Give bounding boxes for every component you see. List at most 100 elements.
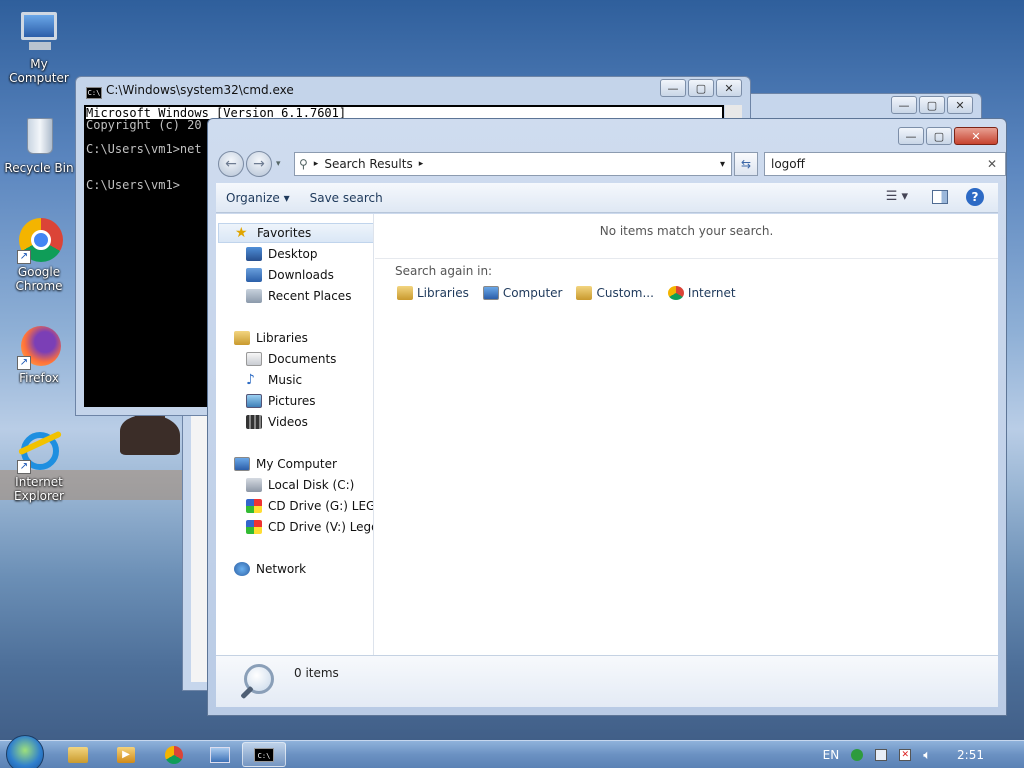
libraries-icon	[234, 331, 250, 345]
nav-favorites[interactable]: ★ Favorites	[218, 223, 373, 243]
search-input[interactable]: logoff	[771, 157, 805, 171]
nav-local-disk-c[interactable]: Local Disk (C:)	[246, 475, 354, 495]
desktop-icon-chrome[interactable]: ↗ Google Chrome	[1, 218, 77, 293]
nav-cd-drive-g[interactable]: CD Drive (G:) LEGO_I	[246, 496, 373, 516]
clear-search-icon[interactable]: ✕	[987, 157, 997, 171]
search-again-internet[interactable]: Internet	[667, 286, 736, 300]
address-dropdown-icon[interactable]: ▾	[720, 159, 725, 170]
rock-decoration	[120, 415, 180, 455]
results-pane: No items match your search. Search again…	[375, 214, 998, 655]
start-button[interactable]	[6, 735, 44, 768]
shortcut-arrow-icon: ↗	[17, 460, 31, 474]
taskbar-media-player[interactable]: ▶	[104, 742, 148, 767]
chrome-icon	[165, 745, 183, 764]
nav-recent-places[interactable]: Recent Places	[246, 286, 351, 306]
recent-pages-chevron-icon[interactable]: ▾	[276, 159, 281, 169]
desktop-icon-firefox[interactable]: ↗ Firefox	[1, 324, 77, 385]
taskbar-remote-desktop[interactable]	[198, 742, 242, 767]
command-bar: Organize ▾ Save search ☰ ▾ ?	[216, 183, 998, 213]
hard-disk-icon	[246, 478, 262, 492]
help-icon[interactable]: ?	[966, 188, 984, 206]
taskbar-chrome[interactable]	[152, 742, 196, 767]
recent-places-icon	[246, 289, 262, 303]
refresh-button[interactable]: ⇆	[734, 152, 758, 176]
divider	[375, 258, 998, 259]
computer-icon	[17, 10, 61, 54]
libraries-icon	[397, 286, 413, 300]
cmd-titlebar[interactable]: C:\ C:\Windows\system32\cmd.exe — ▢ ✕	[76, 77, 750, 105]
minimize-button[interactable]: —	[660, 79, 686, 97]
network-icon	[234, 562, 250, 576]
pictures-icon	[246, 394, 262, 408]
search-again-computer[interactable]: Computer	[482, 286, 562, 300]
cmd-title: C:\Windows\system32\cmd.exe	[106, 83, 294, 97]
cd-drive-icon	[246, 499, 262, 513]
ie-icon: ↗	[17, 428, 63, 474]
taskbar-cmd[interactable]: C:\	[242, 742, 286, 767]
firefox-icon: ↗	[17, 324, 61, 370]
explorer-body: ★ Favorites Desktop Downloads Recent Pla…	[216, 214, 998, 655]
nav-my-computer[interactable]: My Computer	[234, 454, 337, 474]
preview-pane-icon[interactable]	[932, 190, 948, 204]
close-button[interactable]: ✕	[716, 79, 742, 97]
network-status-icon[interactable]	[851, 749, 864, 761]
computer-icon	[234, 457, 250, 471]
chrome-icon: ↗	[17, 218, 63, 264]
taskbar: ▶ C:\ EN ✕ 🔈︎ 2:51	[0, 735, 1024, 768]
media-player-icon: ▶	[117, 746, 135, 763]
forward-button[interactable]: →	[246, 151, 272, 177]
desktop-icon-recycle-bin[interactable]: Recycle Bin	[1, 114, 77, 175]
breadcrumb-search-results[interactable]: Search Results	[324, 157, 412, 171]
navigation-row: ← → ▾ ⚲ ▸ Search Results ▸ ▾ ⇆ logoff ✕	[216, 149, 1006, 179]
desktop-icon	[246, 247, 262, 261]
maximize-button[interactable]: ▢	[926, 127, 952, 145]
star-icon: ★	[235, 225, 248, 241]
nav-pictures[interactable]: Pictures	[246, 391, 316, 411]
desktop-icon-internet-explorer[interactable]: ↗ Internet Explorer	[1, 428, 77, 503]
computer-icon	[482, 286, 499, 300]
close-button[interactable]: ✕	[954, 127, 998, 145]
nav-libraries[interactable]: Libraries	[234, 328, 308, 348]
item-count: 0 items	[294, 666, 339, 680]
breadcrumb-arrow-icon[interactable]: ▸	[419, 159, 424, 169]
back-button[interactable]: ←	[218, 151, 244, 177]
action-center-icon[interactable]	[875, 749, 888, 761]
taskbar-explorer[interactable]	[56, 742, 100, 767]
desktop-icon-my-computer[interactable]: My Computer	[1, 10, 77, 85]
navigation-pane: ★ Favorites Desktop Downloads Recent Pla…	[216, 214, 374, 655]
search-again-libraries[interactable]: Libraries	[397, 286, 469, 300]
save-search-button[interactable]: Save search	[300, 191, 393, 205]
close-button[interactable]: ✕	[947, 96, 973, 114]
maximize-button[interactable]: ▢	[688, 79, 714, 97]
cmd-icon: C:\	[86, 87, 102, 99]
search-box[interactable]: logoff ✕	[764, 152, 1006, 176]
minimize-button[interactable]: —	[891, 96, 917, 114]
search-again-links: Libraries Computer Custom... Internet	[397, 286, 736, 300]
nav-desktop[interactable]: Desktop	[246, 244, 318, 264]
minimize-button[interactable]: —	[898, 127, 924, 145]
maximize-button[interactable]: ▢	[919, 96, 945, 114]
explorer-window[interactable]: — ▢ ✕ ← → ▾ ⚲ ▸ Search Results ▸ ▾ ⇆ log…	[207, 118, 1007, 716]
nav-music[interactable]: ♪ Music	[246, 370, 302, 390]
nav-cd-drive-v[interactable]: CD Drive (V:) Lego_is	[246, 517, 373, 537]
breadcrumb-arrow-icon[interactable]: ▸	[314, 159, 319, 169]
search-again-label: Search again in:	[395, 264, 493, 278]
organize-button[interactable]: Organize ▾	[216, 191, 300, 205]
power-icon[interactable]: ✕	[899, 749, 912, 761]
volume-icon[interactable]: 🔈︎	[923, 748, 931, 763]
cd-drive-icon	[246, 520, 262, 534]
view-options-icon[interactable]: ☰ ▾	[886, 189, 908, 204]
address-bar[interactable]: ⚲ ▸ Search Results ▸ ▾	[294, 152, 732, 176]
clock[interactable]: 2:51	[957, 748, 984, 762]
nav-documents[interactable]: Documents	[246, 349, 336, 369]
explorer-titlebar[interactable]: — ▢ ✕	[208, 119, 1006, 147]
nav-videos[interactable]: Videos	[246, 412, 308, 432]
remote-desktop-icon	[210, 746, 230, 763]
search-again-custom[interactable]: Custom...	[576, 286, 654, 300]
nav-network[interactable]: Network	[234, 559, 306, 579]
language-indicator[interactable]: EN	[823, 748, 840, 762]
shortcut-arrow-icon: ↗	[17, 250, 31, 264]
nav-downloads[interactable]: Downloads	[246, 265, 334, 285]
no-items-message: No items match your search.	[599, 224, 774, 238]
downloads-icon	[246, 268, 262, 282]
